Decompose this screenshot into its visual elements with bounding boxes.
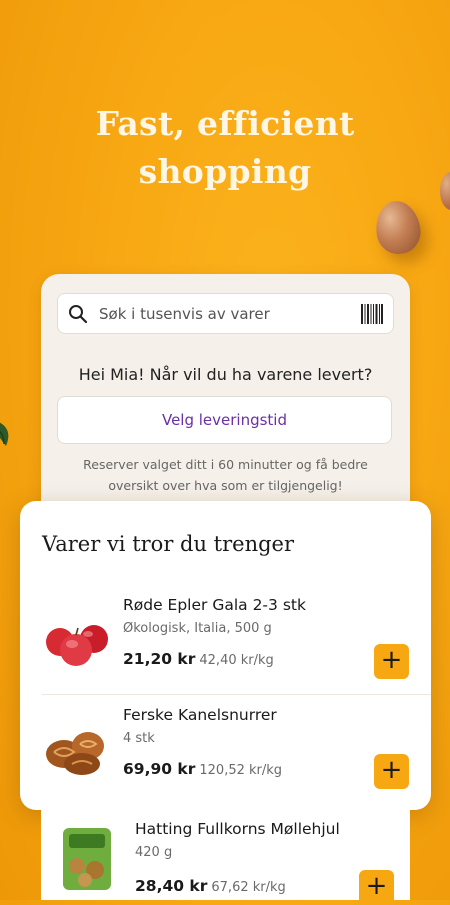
product-price: 69,90 kr 120,52 kr/kg <box>123 760 283 778</box>
add-to-cart-button[interactable]: + <box>374 754 409 789</box>
product-row[interactable]: Hatting Fullkorns Møllehjul 420 g 28,40 … <box>41 810 410 905</box>
product-name: Ferske Kanelsnurrer <box>123 706 277 724</box>
hero-line-2: shopping <box>138 152 312 191</box>
leaf-decoration <box>0 422 9 446</box>
choose-delivery-time-button[interactable]: Velg leveringstid <box>57 396 392 444</box>
hero-headline: Fast, efficient shopping <box>0 100 450 196</box>
divider <box>42 694 431 695</box>
product-name: Røde Epler Gala 2-3 stk <box>123 596 306 614</box>
reservation-note: Reserver valget ditt i 60 minutter og få… <box>83 457 368 493</box>
search-placeholder: Søk i tusenvis av varer <box>99 305 270 323</box>
recommendations-card: Varer vi tror du trenger Røde Epler Gala… <box>20 501 431 810</box>
product-description: Økologisk, Italia, 500 g <box>123 621 272 636</box>
apples-image <box>46 625 108 666</box>
product-description: 4 stk <box>123 731 155 746</box>
bread-bag-image <box>63 828 111 890</box>
product-price: 21,20 kr 42,40 kr/kg <box>123 650 274 668</box>
egg-decoration <box>372 198 424 257</box>
product-price: 28,40 kr 67,62 kr/kg <box>135 877 286 895</box>
hero-line-1: Fast, efficient <box>95 104 355 143</box>
delivery-greeting: Hei Mia! Når vil du ha varene levert? <box>78 365 373 384</box>
product-description: 420 g <box>135 845 173 860</box>
recommendations-title: Varer vi tror du trenger <box>42 532 295 556</box>
product-row[interactable]: Røde Epler Gala 2-3 stk Økologisk, Itali… <box>20 596 431 706</box>
search-icon <box>69 305 88 324</box>
product-name: Hatting Fullkorns Møllehjul <box>135 820 340 838</box>
cinnamon-rolls-image <box>46 732 104 775</box>
plus-icon: + <box>365 871 388 901</box>
unit-price: 67,62 kr/kg <box>211 880 286 895</box>
add-to-cart-button[interactable]: + <box>374 644 409 679</box>
product-row[interactable]: Ferske Kanelsnurrer 4 stk 69,90 kr 120,52… <box>20 706 431 816</box>
barcode-icon[interactable] <box>361 304 383 324</box>
plus-icon: + <box>380 755 403 785</box>
plus-icon: + <box>380 645 403 675</box>
unit-price: 42,40 kr/kg <box>199 653 274 668</box>
search-bar[interactable]: Søk i tusenvis av varer <box>57 293 394 334</box>
unit-price: 120,52 kr/kg <box>199 763 283 778</box>
